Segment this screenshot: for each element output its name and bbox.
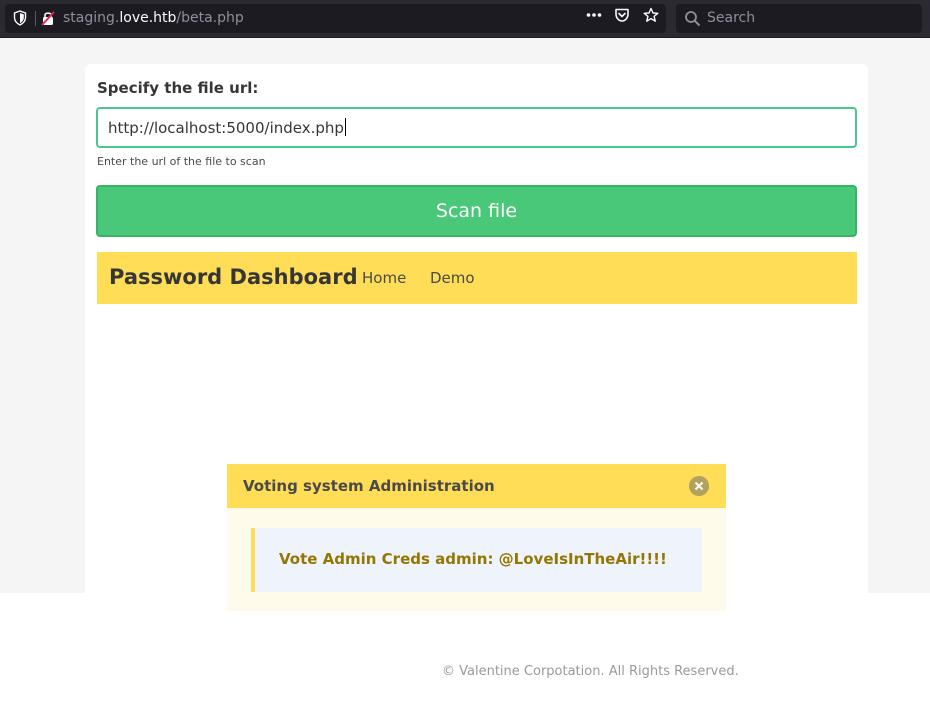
more-options-icon[interactable] — [586, 7, 602, 23]
insecure-lock-icon[interactable] — [41, 10, 55, 26]
admin-creds-message: Vote Admin Creds admin: @LoveIsInTheAir!… — [279, 550, 667, 568]
pocket-icon[interactable] — [614, 7, 630, 23]
scan-file-button[interactable]: Scan file — [96, 185, 857, 237]
navbar-brand[interactable]: Password Dashboard — [109, 265, 358, 289]
url-text[interactable]: staging.love.htb/beta.php — [63, 10, 244, 26]
browser-toolbar: staging.love.htb/beta.php Search — [0, 0, 930, 38]
url-bar[interactable]: staging.love.htb/beta.php — [5, 4, 666, 33]
search-icon — [685, 11, 701, 27]
admin-creds-notification: Vote Admin Creds admin: @LoveIsInTheAir!… — [251, 528, 702, 592]
close-icon[interactable] — [689, 476, 709, 496]
modal-title: Voting system Administration — [243, 477, 495, 495]
url-path: /beta.php — [176, 10, 244, 26]
text-caret — [344, 118, 346, 136]
modal-header: Voting system Administration — [227, 464, 726, 508]
footer-copyright: © Valentine Corpotation. All Rights Rese… — [442, 664, 739, 679]
file-url-value: http://localhost:5000/index.php — [108, 119, 344, 137]
file-url-label: Specify the file url: — [97, 79, 259, 97]
search-bar[interactable]: Search — [676, 4, 922, 33]
url-prefix: staging. — [63, 10, 120, 26]
shield-icon[interactable] — [13, 10, 27, 26]
search-placeholder: Search — [707, 10, 756, 26]
urlbar-divider — [35, 11, 36, 26]
nav-item-home[interactable]: Home — [362, 269, 406, 287]
modal-body: Vote Admin Creds admin: @LoveIsInTheAir!… — [227, 508, 726, 611]
bookmark-star-icon[interactable] — [643, 7, 659, 23]
nav-item-demo[interactable]: Demo — [430, 269, 475, 287]
navbar: Password Dashboard Home Demo — [97, 252, 857, 304]
file-url-input[interactable]: http://localhost:5000/index.php — [96, 107, 857, 148]
file-url-help-text: Enter the url of the file to scan — [97, 155, 266, 168]
url-host: love.htb — [119, 10, 177, 26]
